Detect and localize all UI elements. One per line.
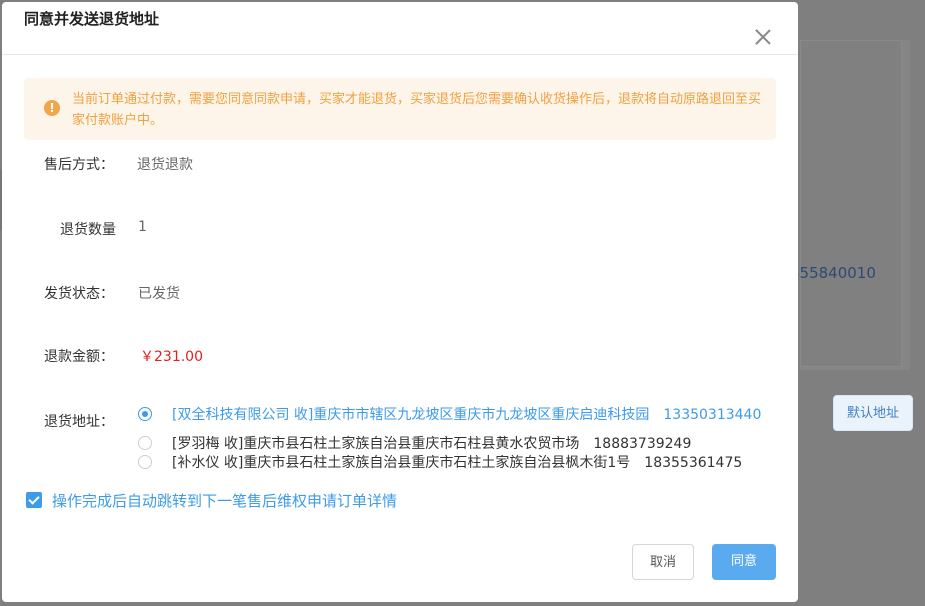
background-phone-text: 355840010: [790, 264, 876, 282]
radio-selected[interactable]: [138, 407, 152, 421]
address-text: [补水仪 收]重庆市县石柱土家族自治县重庆市石柱土家族自治县枫木街1号: [172, 455, 631, 471]
quantity-label: 退货数量: [60, 222, 116, 238]
agree-button[interactable]: 同意: [712, 544, 776, 580]
address-text: [双全科技有限公司 收]重庆市市辖区九龙坡区重庆市九龙坡区重庆启迪科技园: [172, 407, 650, 423]
return-address-label: 退货地址：: [44, 414, 114, 430]
close-icon[interactable]: [752, 26, 774, 48]
address-phone: 18355361475: [644, 455, 743, 471]
refund-amount-value: ￥231.00: [140, 349, 203, 365]
alert-message: 当前订单通过付款，需要您同意同款申请，买家才能退货，买家退货后您需要确认收货操作…: [72, 92, 762, 128]
shipping-status-label: 发货状态：: [44, 286, 114, 302]
background-panel: [800, 40, 910, 370]
shipping-status-value: 已发货: [138, 286, 180, 302]
quantity-value: 1: [138, 219, 147, 235]
default-address-tag: 默认地址: [833, 395, 913, 431]
dialog-title: 同意并发送退货地址: [24, 10, 160, 28]
address-text: [罗羽梅 收]重庆市县石柱土家族自治县重庆市石柱县黄水农贸市场: [172, 436, 580, 452]
address-phone: 13350313440: [663, 407, 762, 423]
auto-jump-label[interactable]: 操作完成后自动跳转到下一笔售后维权申请订单详情: [52, 490, 397, 511]
auto-jump-checkbox[interactable]: [26, 492, 42, 508]
header-divider: [2, 54, 798, 55]
agree-return-dialog: 同意并发送退货地址 ! 当前订单通过付款，需要您同意同款申请，买家才能退货，买家…: [2, 2, 798, 602]
refund-amount-label: 退款金额：: [44, 349, 114, 365]
address-phone: 18883739249: [593, 436, 692, 452]
cancel-button[interactable]: 取消: [632, 544, 694, 580]
warning-alert: ! 当前订单通过付款，需要您同意同款申请，买家才能退货，买家退货后您需要确认收货…: [24, 78, 776, 140]
method-value: 退货退款: [137, 157, 193, 173]
method-label: 售后方式：: [44, 157, 114, 173]
warning-icon: !: [44, 100, 60, 116]
radio-unselected[interactable]: [138, 455, 152, 469]
radio-unselected[interactable]: [138, 436, 152, 450]
